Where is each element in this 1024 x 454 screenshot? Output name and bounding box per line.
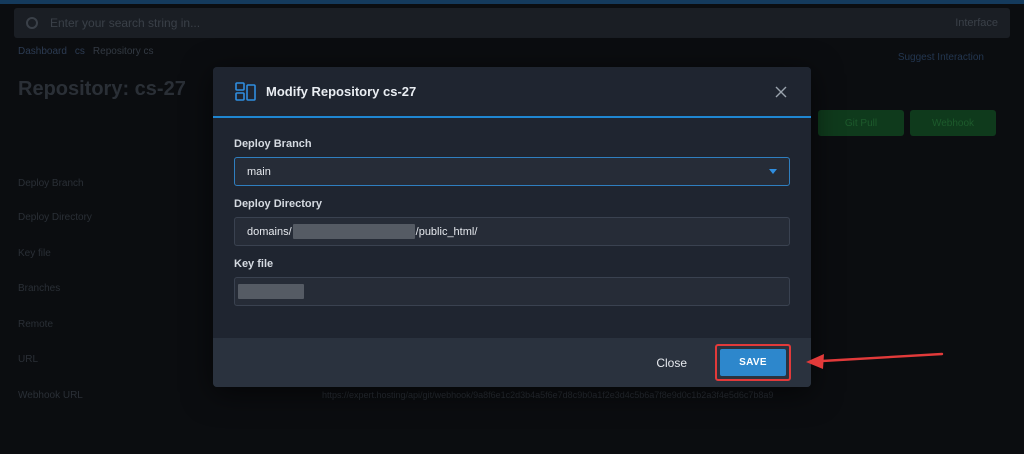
- dialog-footer: Close SAVE: [213, 338, 811, 387]
- webhook-url-value: https://expert.hosting/api/git/webhook/9…: [322, 390, 774, 400]
- detail-label: Deploy Directory: [18, 212, 92, 223]
- close-button[interactable]: Close: [656, 356, 687, 370]
- repository-icon: [235, 81, 257, 102]
- detail-label: Key file: [18, 248, 51, 259]
- deploy-branch-value: main: [247, 165, 271, 178]
- dialog-title: Modify Repository cs-27: [266, 84, 417, 99]
- detail-label: Deploy Branch: [18, 178, 84, 189]
- breadcrumb-item: Repository cs: [92, 46, 154, 57]
- chevron-down-icon: [769, 169, 777, 174]
- search-icon: [26, 17, 38, 29]
- key-file-field: Key file: [234, 258, 790, 306]
- detail-label: URL: [18, 354, 39, 365]
- deploy-branch-select[interactable]: main: [234, 157, 790, 186]
- breadcrumb-item: Dashboard: [18, 46, 67, 57]
- global-search-bar: Enter your search string in... Interface: [14, 8, 1010, 38]
- close-icon[interactable]: [773, 84, 789, 100]
- detail-label: Webhook URL: [18, 390, 83, 401]
- redacted-block: [292, 224, 415, 239]
- detail-label: Remote: [18, 319, 54, 330]
- suggest-link: Suggest Interaction: [897, 52, 984, 63]
- key-file-label: Key file: [234, 258, 274, 270]
- breadcrumb: Dashboard cs Repository cs: [18, 46, 154, 57]
- dialog-header: Modify Repository cs-27: [213, 67, 811, 118]
- key-file-input[interactable]: [234, 277, 790, 306]
- deploy-directory-input[interactable]: domains/ /public_html/: [234, 217, 790, 246]
- deploy-branch-label: Deploy Branch: [234, 138, 312, 150]
- redacted-block: [238, 284, 304, 299]
- deploy-branch-field: Deploy Branch main: [234, 138, 790, 186]
- breadcrumb-item: cs: [74, 46, 85, 57]
- top-accent-bar: [0, 0, 1024, 4]
- dialog-body: Deploy Branch main Deploy Directory doma…: [213, 118, 811, 338]
- page-title: Repository: cs-27: [18, 78, 186, 100]
- modify-repository-dialog: Modify Repository cs-27 Deploy Branch ma…: [213, 67, 811, 387]
- detail-label: Branches: [18, 283, 61, 294]
- deploy-directory-label: Deploy Directory: [234, 198, 323, 210]
- annotation-arrow: [806, 352, 944, 369]
- deploy-directory-field: Deploy Directory domains/ /public_html/: [234, 198, 790, 246]
- save-button-highlight: SAVE: [715, 344, 791, 381]
- deploy-directory-suffix: /public_html/: [415, 225, 478, 238]
- search-placeholder: Enter your search string in...: [50, 16, 201, 30]
- save-button[interactable]: SAVE: [720, 349, 786, 376]
- git-pull-button: Git Pull: [818, 110, 904, 136]
- webhook-button: Webhook: [910, 110, 996, 136]
- deploy-directory-prefix: domains/: [247, 225, 292, 238]
- user-menu-label: Interface: [955, 17, 998, 29]
